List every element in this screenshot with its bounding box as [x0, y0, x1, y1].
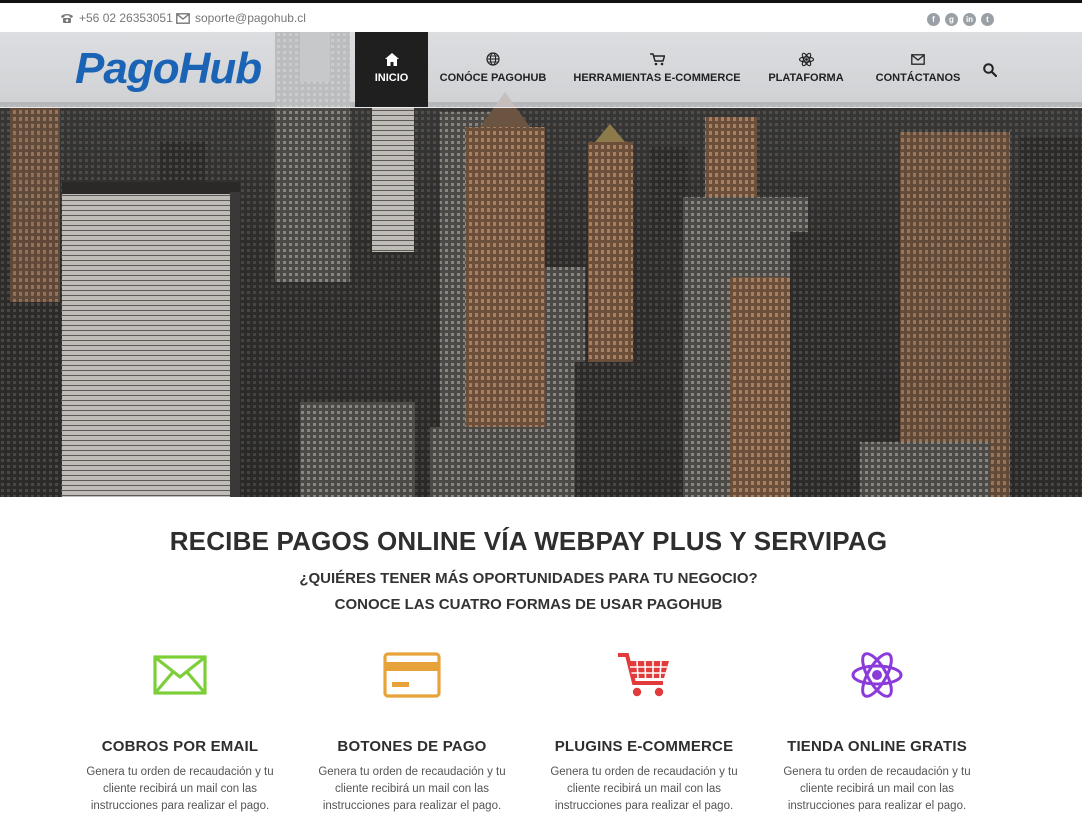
search-icon[interactable]: [983, 63, 999, 79]
phone-icon: [60, 13, 74, 24]
twitter-icon[interactable]: t: [981, 13, 994, 26]
feature-description: Genera tu orden de recaudación y tu clie…: [86, 766, 274, 812]
envelope-icon: [911, 51, 925, 67]
nav-label: CONTÁCTANOS: [875, 72, 961, 84]
home-icon: [384, 51, 399, 67]
contact-email[interactable]: soporte@pagohub.cl: [176, 11, 306, 25]
contact-bar: +56 02 26353051 soporte@pagohub.cl f g i…: [0, 3, 1082, 32]
social-links: f g in t: [927, 13, 994, 26]
main-headline: RECIBE PAGOS ONLINE VÍA WEBPAY PLUS Y SE…: [169, 526, 888, 556]
envelope-icon: [176, 12, 190, 24]
nav-contactanos[interactable]: CONTÁCTANOS: [875, 32, 961, 107]
nav-label: PLATAFORMA: [768, 72, 844, 84]
feature-tienda-online: TIENDA ONLINE GRATIS Genera tu orden de …: [761, 645, 993, 815]
nav-label: CONÓCE PAGOHUB: [439, 72, 547, 84]
feature-cobros-email: COBROS POR EMAIL Genera tu orden de reca…: [64, 645, 296, 815]
pagohub-logo[interactable]: PagoHub: [75, 41, 290, 97]
atom-icon: [761, 645, 993, 705]
feature-title: COBROS POR EMAIL: [101, 738, 259, 755]
facebook-icon[interactable]: f: [927, 13, 940, 26]
subheadline-cta: CONOCE LAS CUATRO FORMAS DE USAR PAGOHUB: [334, 596, 723, 613]
nav-plataforma[interactable]: PLATAFORMA: [767, 32, 845, 107]
subheadline-question: ¿QUIÉRES TENER MÁS OPORTUNIDADES PARA TU…: [299, 570, 758, 587]
nav-conoce-pagohub[interactable]: CONÓCE PAGOHUB: [440, 32, 546, 107]
nav-inicio[interactable]: INICIO: [355, 32, 428, 107]
phone-number: +56 02 26353051: [79, 11, 173, 25]
feature-plugins-ecommerce: PLUGINS E-COMMERCE Genera tu orden de re…: [528, 645, 760, 815]
feature-title: TIENDA ONLINE GRATIS: [787, 738, 967, 755]
site-header: PagoHub INICIO CONÓCE PAGOHUB HERRAMIENT…: [0, 32, 1082, 108]
logo-text: PagoHub: [75, 44, 262, 93]
nav-label: HERRAMIENTAS E-COMMERCE: [573, 72, 741, 84]
linkedin-icon[interactable]: in: [963, 13, 976, 26]
nav-herramientas-ecommerce[interactable]: HERRAMIENTAS E-COMMERCE: [573, 32, 741, 107]
cart-icon: [649, 51, 665, 67]
envelope-icon: [64, 645, 296, 705]
feature-title: BOTONES DE PAGO: [337, 738, 487, 755]
cart-icon: [528, 645, 760, 705]
feature-description: Genera tu orden de recaudación y tu clie…: [783, 766, 971, 812]
google-plus-icon[interactable]: g: [945, 13, 958, 26]
atom-icon: [798, 51, 814, 67]
feature-title: PLUGINS E-COMMERCE: [554, 738, 734, 755]
email-address: soporte@pagohub.cl: [195, 11, 306, 25]
feature-botones-pago: BOTONES DE PAGO Genera tu orden de recau…: [296, 645, 528, 815]
credit-card-icon: [296, 645, 528, 705]
nav-label: INICIO: [374, 72, 409, 84]
feature-description: Genera tu orden de recaudación y tu clie…: [550, 766, 738, 812]
feature-description: Genera tu orden de recaudación y tu clie…: [318, 766, 506, 812]
contact-phone[interactable]: +56 02 26353051: [60, 11, 173, 25]
globe-icon: [486, 51, 500, 67]
